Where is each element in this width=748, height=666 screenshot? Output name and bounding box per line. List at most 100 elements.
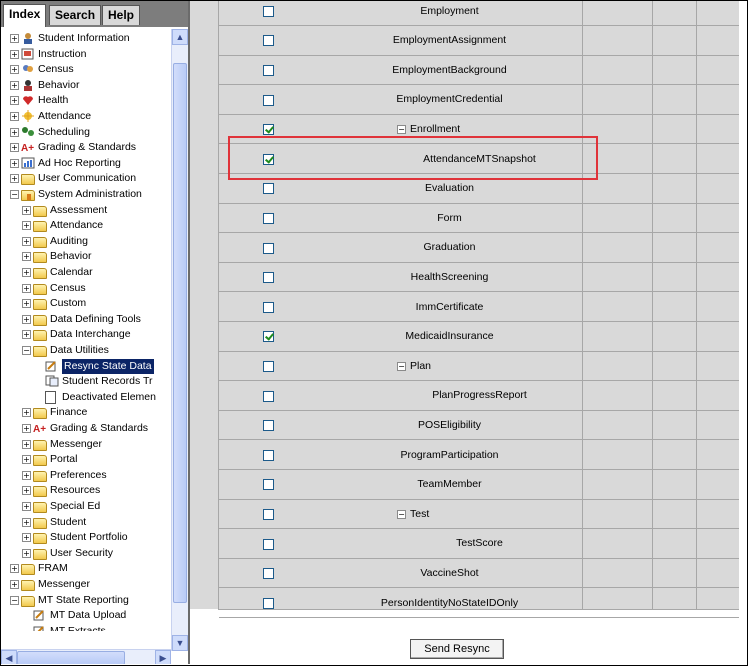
expand-icon[interactable]: +	[22, 548, 31, 558]
row-checkbox[interactable]	[263, 538, 274, 550]
tree-item[interactable]: + Ad Hoc Reporting	[1, 156, 171, 171]
tree-item[interactable]: Resync State Data	[1, 358, 171, 374]
tree-item[interactable]: + A+ Grading & Standards	[1, 140, 171, 155]
row-checkbox[interactable]	[263, 272, 274, 284]
tree-item[interactable]: + Attendance	[1, 218, 171, 233]
row-checkbox[interactable]	[263, 420, 274, 432]
tree-item[interactable]: + User Communication	[1, 171, 171, 186]
expand-icon[interactable]: +	[22, 314, 31, 324]
expand-icon[interactable]: +	[10, 65, 19, 75]
expand-icon[interactable]: +	[10, 80, 19, 90]
tree-item[interactable]: + Data Interchange	[1, 327, 171, 342]
row-checkbox[interactable]	[263, 568, 274, 580]
tree-item[interactable]: + Calendar	[1, 265, 171, 280]
expand-icon[interactable]: +	[22, 533, 31, 543]
tree-item[interactable]: + FRAM	[1, 561, 171, 576]
tree-item[interactable]: + Student Portfolio	[1, 530, 171, 545]
row-checkbox[interactable]	[263, 597, 274, 609]
expand-icon[interactable]: +	[22, 268, 31, 277]
expand-icon[interactable]: +	[10, 580, 19, 589]
row-checkbox[interactable]	[263, 331, 274, 343]
expand-icon[interactable]: +	[10, 96, 19, 106]
tree-item[interactable]: + Portal	[1, 452, 171, 467]
tree-item[interactable]: + Special Ed	[1, 499, 171, 514]
tree-item[interactable]: + Auditing	[1, 234, 171, 249]
tree-item[interactable]: + Student	[1, 515, 171, 530]
tree-item[interactable]: + Student Information	[1, 31, 171, 46]
scroll-left-arrow-icon[interactable]: ◀	[1, 650, 17, 664]
tree-item[interactable]: − MT State Reporting	[1, 593, 171, 608]
expand-icon[interactable]: +	[22, 502, 31, 511]
expand-icon[interactable]: +	[22, 455, 31, 465]
tree-item[interactable]: Student Records Tr	[1, 374, 171, 389]
expand-icon[interactable]: +	[10, 49, 19, 59]
tree-item[interactable]: + Data Defining Tools	[1, 312, 171, 327]
row-checkbox[interactable]	[263, 301, 274, 313]
expand-icon[interactable]: +	[22, 252, 31, 262]
tree-item[interactable]: + A+ Grading & Standards	[1, 421, 171, 436]
row-checkbox[interactable]	[263, 212, 274, 224]
tab-index[interactable]: Index	[3, 4, 47, 27]
expand-icon[interactable]: +	[22, 486, 31, 496]
expand-icon[interactable]: +	[22, 517, 31, 527]
tab-search[interactable]: Search	[49, 5, 102, 25]
tree-item[interactable]: + Census	[1, 62, 171, 77]
tree-item[interactable]: + Messenger	[1, 437, 171, 452]
expand-icon[interactable]: +	[22, 236, 31, 246]
tree-item[interactable]: + Attendance	[1, 109, 171, 124]
expand-icon[interactable]: +	[10, 127, 19, 137]
tree-item[interactable]: + Behavior	[1, 78, 171, 93]
tree-item[interactable]: + User Security	[1, 546, 171, 561]
tree-item[interactable]: + Scheduling	[1, 125, 171, 140]
expand-icon[interactable]: +	[22, 470, 31, 480]
tree-item[interactable]: + Resources	[1, 483, 171, 498]
scroll-down-arrow-icon[interactable]: ▼	[172, 635, 188, 651]
tree-item[interactable]: + Instruction	[1, 47, 171, 62]
collapse-icon[interactable]: −	[10, 595, 19, 605]
expand-icon[interactable]: +	[22, 283, 31, 293]
scroll-right-arrow-icon[interactable]: ▶	[155, 650, 171, 664]
row-checkbox[interactable]	[263, 360, 274, 372]
collapse-icon[interactable]: −	[10, 190, 19, 199]
expand-icon[interactable]: +	[10, 143, 19, 153]
tree-item[interactable]: + Assessment	[1, 203, 171, 218]
expand-icon[interactable]: +	[10, 564, 19, 574]
scroll-thumb[interactable]	[173, 63, 187, 603]
tree-item[interactable]: − Data Utilities	[1, 343, 171, 358]
row-checkbox[interactable]	[263, 124, 274, 136]
tree-item[interactable]: + Behavior	[1, 249, 171, 264]
tab-help[interactable]: Help	[102, 5, 141, 25]
row-checkbox[interactable]	[263, 242, 274, 254]
row-checkbox[interactable]	[263, 508, 274, 520]
row-checkbox[interactable]	[263, 153, 274, 165]
tree-item[interactable]: + Messenger	[1, 577, 171, 592]
tree-item[interactable]: MT Data Upload	[1, 608, 171, 623]
row-checkbox[interactable]	[263, 449, 274, 461]
expand-icon[interactable]: +	[22, 221, 31, 231]
nav-vertical-scrollbar[interactable]: ▲ ▼	[171, 29, 188, 651]
expand-icon[interactable]: +	[10, 158, 19, 168]
expand-icon[interactable]: +	[22, 205, 31, 215]
row-checkbox[interactable]	[263, 35, 274, 47]
tree-item[interactable]: + Health	[1, 93, 171, 108]
collapse-icon[interactable]: −	[397, 361, 406, 371]
expand-icon[interactable]: +	[22, 299, 31, 309]
collapse-icon[interactable]: −	[22, 346, 31, 355]
tree-item[interactable]: − System Administration	[1, 187, 171, 202]
tree-item[interactable]: MT Extracts	[1, 624, 171, 631]
tree-item[interactable]: + Finance	[1, 405, 171, 420]
horizontal-scroll-thumb[interactable]	[17, 651, 125, 664]
expand-icon[interactable]: +	[22, 330, 31, 340]
scroll-up-arrow-icon[interactable]: ▲	[172, 29, 188, 45]
row-checkbox[interactable]	[263, 5, 274, 17]
expand-icon[interactable]: +	[10, 34, 19, 43]
expand-icon[interactable]: +	[10, 174, 19, 184]
tree-item[interactable]: + Preferences	[1, 468, 171, 483]
nav-horizontal-scrollbar[interactable]: ◀ ▶	[1, 649, 171, 664]
row-checkbox[interactable]	[263, 183, 274, 195]
send-resync-button[interactable]: Send Resync	[410, 639, 504, 659]
expand-icon[interactable]: +	[22, 424, 31, 433]
expand-icon[interactable]: +	[22, 439, 31, 449]
row-checkbox[interactable]	[263, 479, 274, 491]
collapse-icon[interactable]: −	[397, 125, 406, 135]
